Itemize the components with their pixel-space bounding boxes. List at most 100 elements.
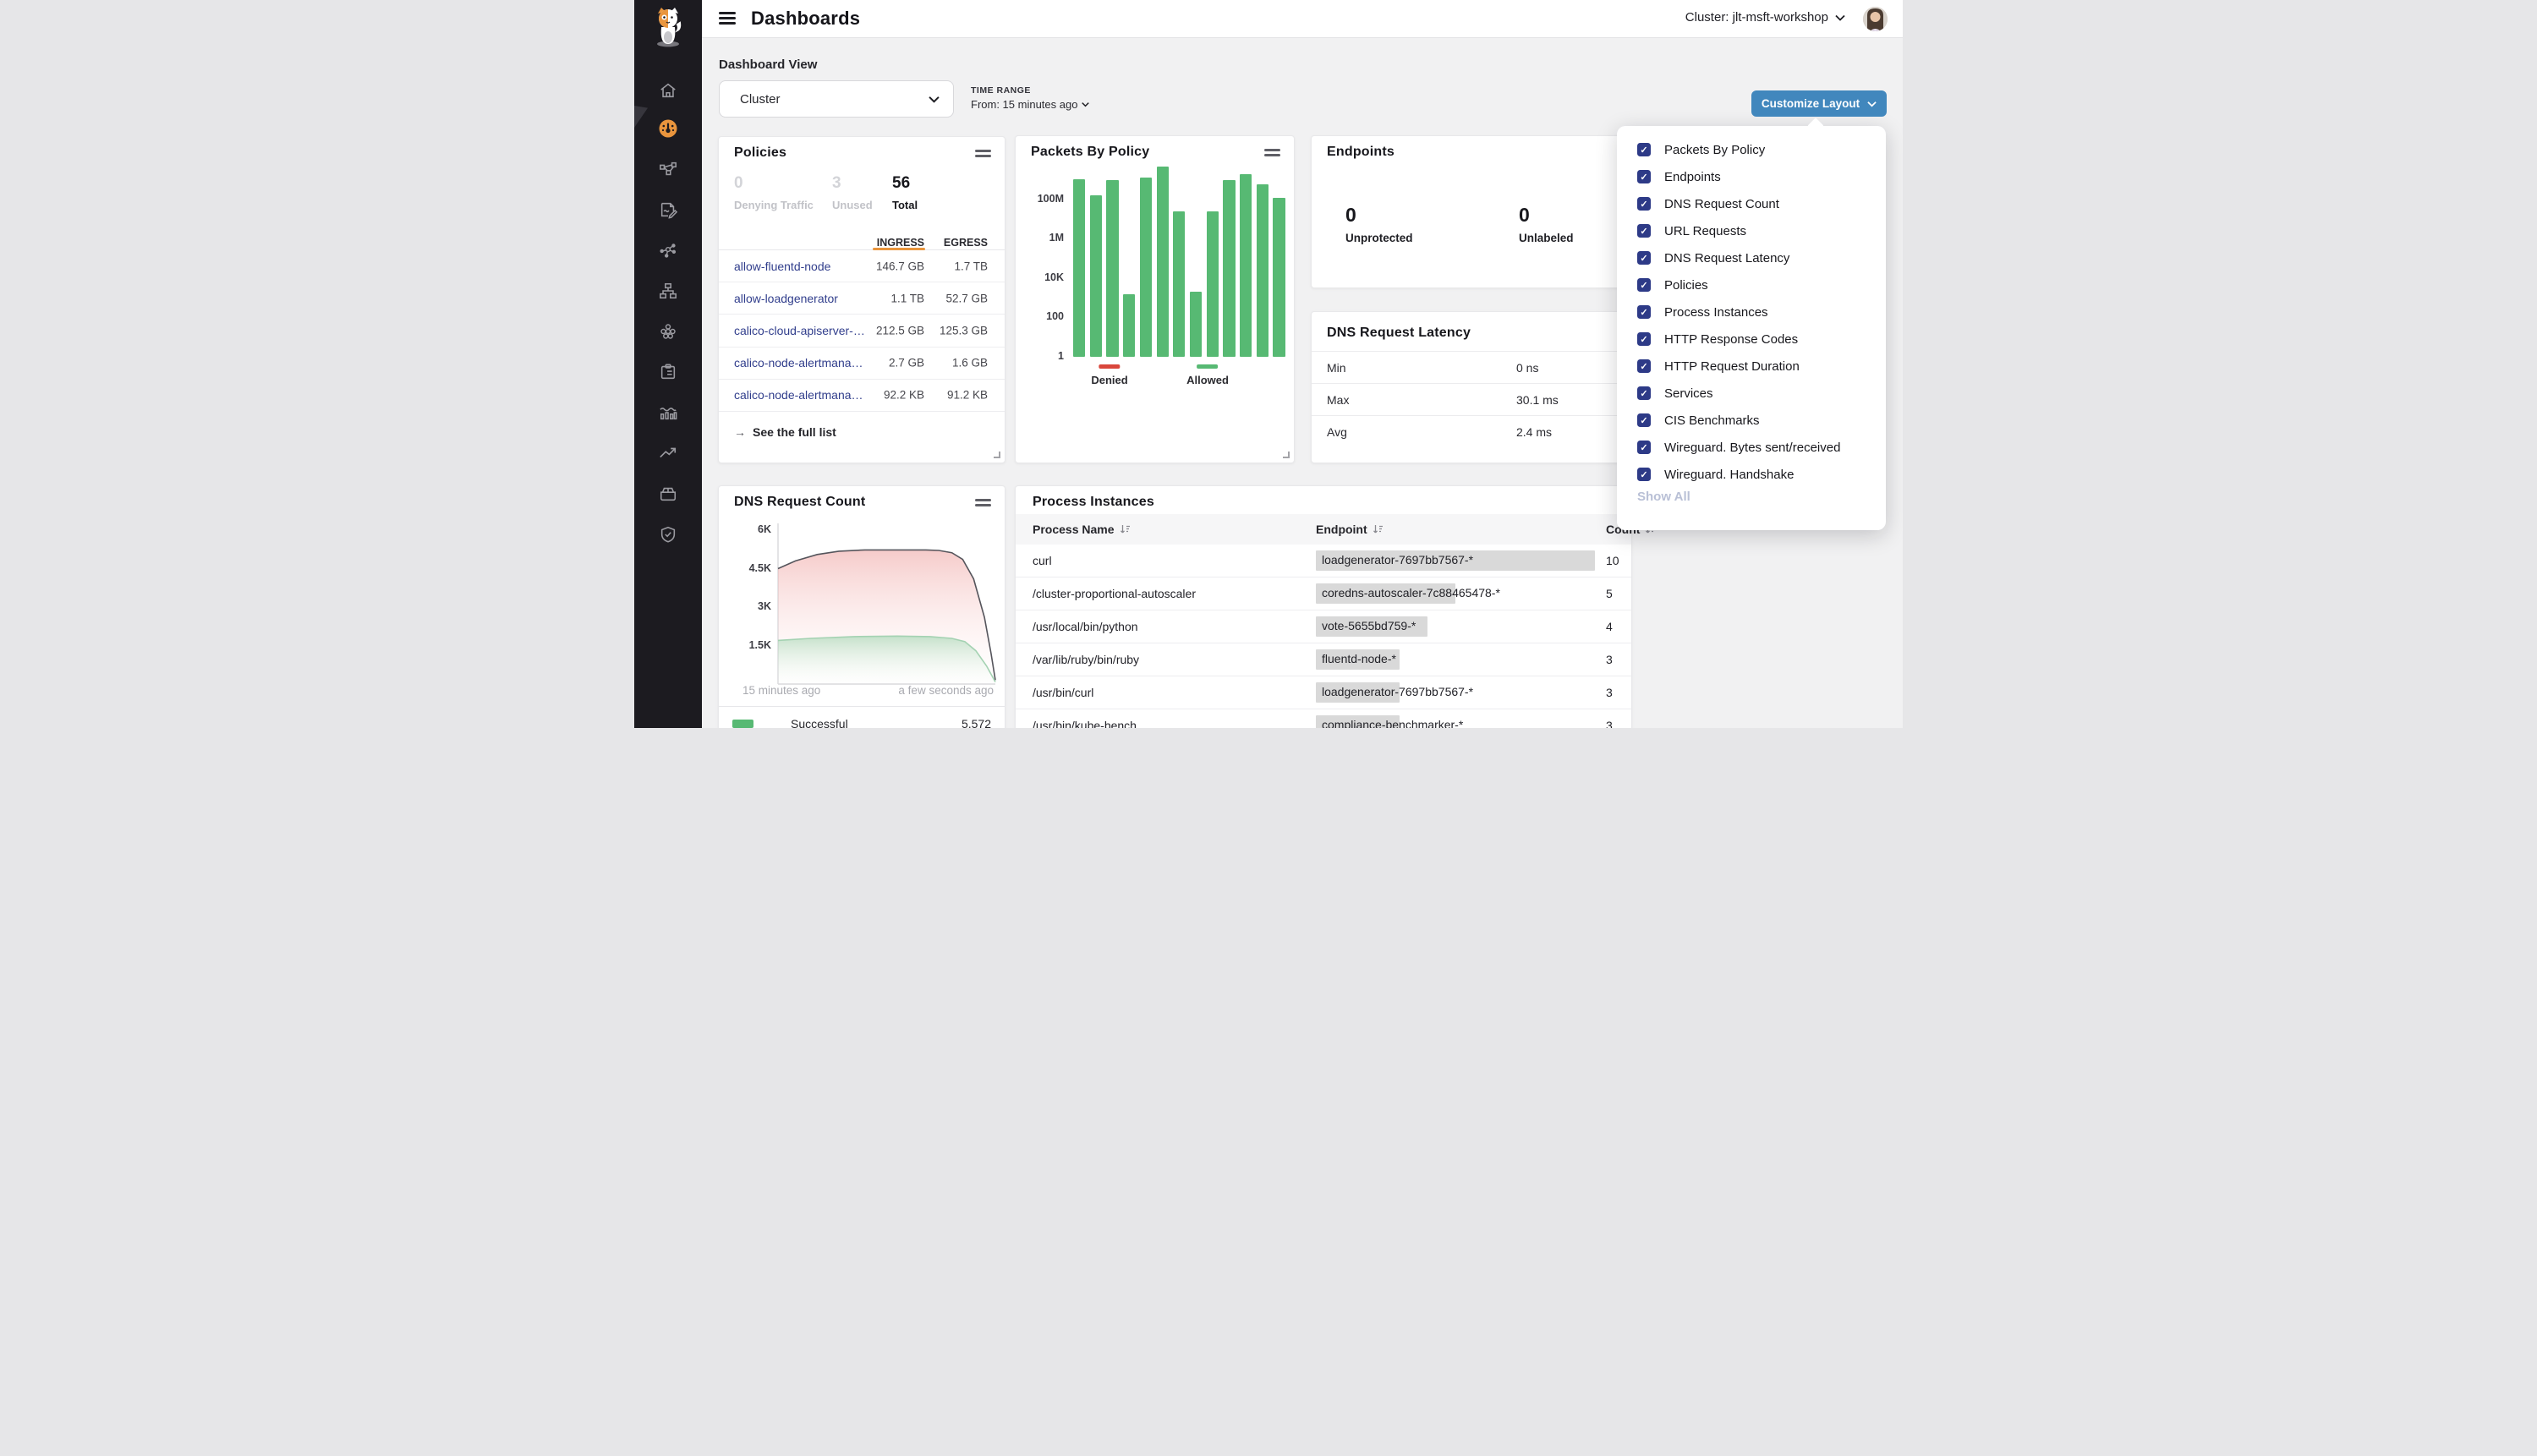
see-full-list-link[interactable]: →See the full list: [734, 425, 836, 439]
resize-handle[interactable]: [994, 452, 1000, 458]
hamburger-menu-button[interactable]: [719, 12, 736, 26]
dashboard-view-select[interactable]: Cluster: [719, 80, 954, 118]
endpoint-text: vote-5655bd759-*: [1322, 619, 1416, 632]
cluster-selector-label: Cluster: jlt-msft-workshop: [1685, 10, 1828, 25]
bar-allowed: [1207, 211, 1219, 357]
process-name-cell: /var/lib/ruby/bin/ruby: [1033, 653, 1139, 666]
legend-item[interactable]: Denied: [1091, 364, 1127, 386]
legend-label: Denied: [1091, 374, 1127, 386]
checkbox-checked-icon[interactable]: [1637, 305, 1651, 319]
time-range-value[interactable]: From: 15 minutes ago: [971, 98, 1089, 111]
count-cell: 5: [1606, 587, 1613, 600]
cluster-selector[interactable]: Cluster: jlt-msft-workshop: [1685, 10, 1845, 25]
column-header-process-name[interactable]: Process Name: [1033, 523, 1131, 536]
sidebar-item-home[interactable]: [634, 72, 702, 109]
menu-item-label: HTTP Request Duration: [1664, 359, 1800, 374]
latency-label: Max: [1327, 393, 1349, 407]
checkbox-checked-icon[interactable]: [1637, 386, 1651, 400]
sidebar-item-storage[interactable]: [634, 475, 702, 512]
policy-name-link[interactable]: calico-cloud-apiserver-…: [734, 324, 865, 337]
menu-item-label: URL Requests: [1664, 224, 1746, 238]
customize-menu-items: Packets By Policy Endpoints DNS Request …: [1617, 136, 1886, 488]
ingress-value: 2.7 GB: [889, 357, 924, 369]
checkbox-checked-icon[interactable]: [1637, 143, 1651, 156]
sidebar-item-policy-recommendations[interactable]: [634, 191, 702, 228]
sidebar-item-activity[interactable]: [634, 394, 702, 431]
bar-allowed: [1257, 184, 1268, 356]
chevron-down-icon: [1867, 101, 1877, 107]
drag-handle-icon[interactable]: [975, 150, 991, 160]
table-row: /usr/bin/curl loadgenerator-7697bb7567-*…: [1016, 676, 1631, 709]
menu-item[interactable]: Services: [1617, 380, 1886, 407]
dashboard-view-label: Dashboard View: [719, 57, 817, 72]
endpoint-cell: loadgenerator-7697bb7567-*: [1316, 682, 1603, 703]
policy-name-link[interactable]: allow-loadgenerator: [734, 292, 838, 305]
network-nodes-icon: [659, 160, 677, 178]
policies-card: Policies 0 Denying Traffic 3 Unused 56 T…: [718, 136, 1005, 463]
checkbox-checked-icon[interactable]: [1637, 332, 1651, 346]
menu-item[interactable]: Endpoints: [1617, 163, 1886, 190]
policy-name-link[interactable]: calico-node-alertmana…: [734, 356, 863, 369]
drag-handle-icon[interactable]: [975, 499, 991, 509]
bar-allowed: [1157, 167, 1169, 356]
checkbox-checked-icon[interactable]: [1637, 413, 1651, 427]
menu-item[interactable]: HTTP Request Duration: [1617, 353, 1886, 380]
egress-value: 52.7 GB: [945, 292, 988, 304]
sidebar-item-security[interactable]: [634, 516, 702, 553]
process-name-cell: /usr/bin/kube-bench: [1033, 719, 1137, 728]
checkbox-checked-icon[interactable]: [1637, 170, 1651, 183]
tab-value: 56: [892, 174, 918, 193]
menu-item[interactable]: HTTP Response Codes: [1617, 326, 1886, 353]
checkbox-checked-icon[interactable]: [1637, 441, 1651, 454]
menu-item[interactable]: Process Instances: [1617, 298, 1886, 326]
checkbox-checked-icon[interactable]: [1637, 224, 1651, 238]
menu-item[interactable]: Wireguard. Bytes sent/received: [1617, 434, 1886, 461]
menu-item[interactable]: Policies: [1617, 271, 1886, 298]
policies-tab[interactable]: 3 Unused: [832, 174, 873, 211]
sidebar-item-service-graph[interactable]: [634, 232, 702, 269]
bar-allowed: [1190, 292, 1202, 356]
checkbox-checked-icon[interactable]: [1637, 278, 1651, 292]
legend-item[interactable]: Allowed: [1186, 364, 1229, 386]
endpoints-unlabeled-stat: 0 Unlabeled: [1519, 204, 1574, 244]
policies-tab[interactable]: 0 Denying Traffic: [734, 174, 814, 211]
checkbox-checked-icon[interactable]: [1637, 468, 1651, 481]
dns-count-legend-row[interactable]: Successful 5,572: [719, 707, 1005, 728]
sort-icon: [1373, 524, 1384, 534]
count-cell: 3: [1606, 719, 1613, 728]
sidebar-item-dashboards[interactable]: [634, 110, 702, 147]
checkbox-checked-icon[interactable]: [1637, 251, 1651, 265]
sidebar-item-compliance-reports[interactable]: [634, 353, 702, 391]
sidebar-item-hierarchy[interactable]: [634, 272, 702, 309]
checkbox-checked-icon[interactable]: [1637, 359, 1651, 373]
menu-item-label: Wireguard. Handshake: [1664, 468, 1794, 482]
customize-layout-button[interactable]: Customize Layout: [1751, 90, 1887, 117]
menu-item[interactable]: DNS Request Count: [1617, 190, 1886, 217]
endpoint-text: loadgenerator-7697bb7567-*: [1322, 553, 1473, 567]
menu-item-label: Endpoints: [1664, 170, 1721, 184]
policy-name-link[interactable]: allow-fluentd-node: [734, 260, 830, 273]
user-avatar[interactable]: [1863, 7, 1888, 31]
menu-item-label: CIS Benchmarks: [1664, 413, 1760, 428]
menu-item[interactable]: Wireguard. Handshake: [1617, 461, 1886, 488]
sidebar-item-network-sets[interactable]: [634, 151, 702, 188]
card-title: Endpoints: [1327, 145, 1395, 160]
sidebar-item-clusters[interactable]: [634, 313, 702, 350]
menu-item[interactable]: URL Requests: [1617, 217, 1886, 244]
policies-tab[interactable]: 56 Total: [892, 174, 918, 211]
column-header-endpoint[interactable]: Endpoint: [1316, 523, 1384, 536]
bar-chart-wave-icon: [659, 403, 677, 422]
menu-item-label: Wireguard. Bytes sent/received: [1664, 441, 1840, 455]
checkbox-checked-icon[interactable]: [1637, 197, 1651, 211]
sidebar-item-trends[interactable]: [634, 435, 702, 472]
menu-item[interactable]: CIS Benchmarks: [1617, 407, 1886, 434]
egress-value: 91.2 KB: [947, 389, 988, 402]
resize-handle[interactable]: [1283, 452, 1290, 458]
dns-count-area-chart: [719, 517, 1006, 708]
menu-item[interactable]: DNS Request Latency: [1617, 244, 1886, 271]
show-all-link[interactable]: Show All: [1637, 490, 1690, 504]
policy-name-link[interactable]: calico-node-alertmana…: [734, 388, 863, 402]
app-root: Dashboards Cluster: jlt-msft-workshop Da…: [634, 0, 1903, 728]
menu-item[interactable]: Packets By Policy: [1617, 136, 1886, 163]
menu-notch: [1807, 118, 1824, 134]
